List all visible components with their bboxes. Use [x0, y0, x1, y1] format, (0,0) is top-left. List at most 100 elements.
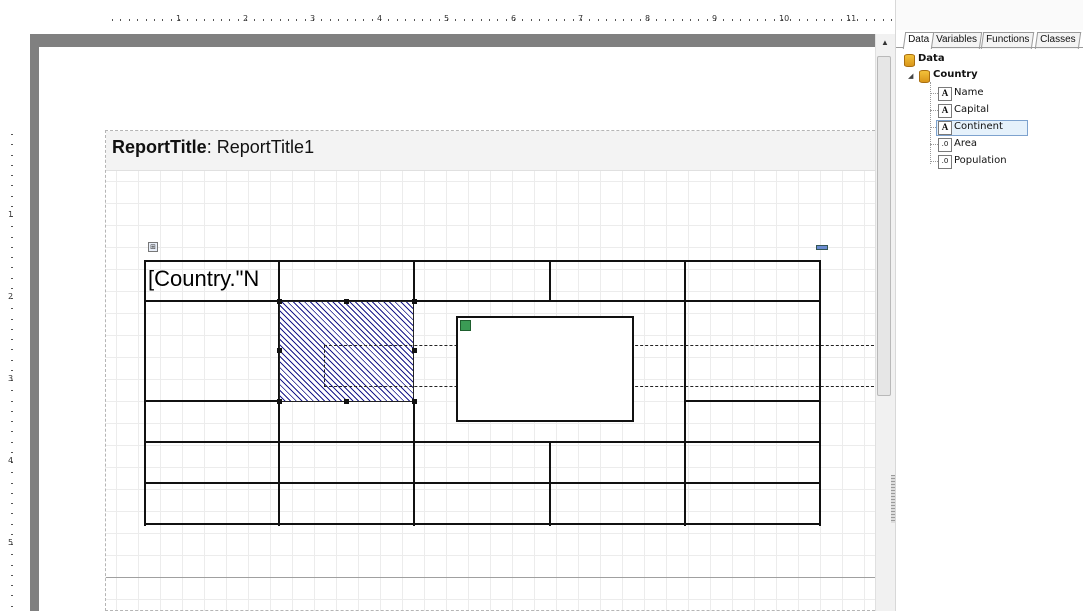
ruler-tick	[321, 19, 322, 21]
expand-arrow-icon[interactable]: ◢	[908, 69, 913, 83]
ruler-tick	[723, 19, 724, 21]
tab-data[interactable]: Data	[902, 32, 935, 49]
ruler-number: 2	[243, 14, 249, 23]
tree-field-continent[interactable]: Continent	[954, 120, 1003, 134]
ruler-tick	[489, 19, 490, 21]
ruler-tick	[221, 19, 222, 21]
ruler-tick	[120, 19, 121, 21]
tree-field-name[interactable]: Name	[954, 86, 984, 100]
ruler-tick	[615, 19, 616, 21]
ruler-tick	[522, 19, 523, 21]
table-object-icon[interactable]: ⊞	[148, 242, 158, 252]
table-line	[144, 523, 821, 525]
ruler-tick	[129, 19, 130, 21]
ruler-tick	[11, 524, 13, 525]
ruler-tick	[414, 19, 415, 21]
band-title: ReportTitle: ReportTitle1	[112, 137, 314, 158]
table-line	[413, 260, 415, 301]
ruler-tick	[296, 19, 297, 21]
ruler-tick	[11, 196, 13, 197]
text-field-icon: A	[938, 87, 952, 101]
ruler-tick	[623, 19, 624, 21]
ruler-tick	[204, 19, 205, 21]
band-name: ReportTitle1	[216, 137, 315, 157]
ruler-tick	[112, 19, 113, 21]
ruler-tick	[11, 370, 13, 371]
ruler-tick	[271, 19, 272, 21]
tree-field-capital[interactable]: Capital	[954, 103, 989, 117]
ruler-tick	[497, 19, 498, 21]
ruler-tick	[11, 472, 13, 473]
ruler-number: 4	[8, 456, 14, 465]
ruler-number: 8	[645, 14, 651, 23]
band-handle-icon[interactable]	[816, 245, 828, 250]
ruler-tick	[757, 19, 758, 21]
ruler-tick	[146, 19, 147, 21]
tree-field-area[interactable]: Area	[954, 137, 977, 151]
ruler-tick	[774, 19, 775, 21]
ruler-tick	[11, 401, 13, 402]
ruler-tick	[238, 19, 239, 21]
resize-handle[interactable]	[344, 299, 349, 304]
tree-node-country[interactable]: Country	[933, 68, 978, 82]
database-icon	[904, 54, 915, 67]
band-header[interactable]: ReportTitle: ReportTitle1	[106, 131, 875, 171]
resize-handle[interactable]	[344, 399, 349, 404]
tree-field-population[interactable]: Population	[954, 154, 1007, 168]
table-line	[413, 401, 415, 526]
tree-connector	[930, 161, 938, 162]
ruler-tick	[11, 442, 13, 443]
resize-handle[interactable]	[412, 348, 417, 353]
ruler-tick	[531, 19, 532, 21]
ruler-tick	[631, 19, 632, 21]
ruler-tick	[11, 585, 13, 586]
resize-handle[interactable]	[277, 399, 282, 404]
ruler-number: 7	[578, 14, 584, 23]
resize-handle[interactable]	[412, 299, 417, 304]
tree-connector	[930, 93, 938, 94]
page-border-top	[30, 34, 875, 47]
scrollbar-thumb[interactable]	[877, 56, 891, 396]
ruler-number: 9	[712, 14, 718, 23]
ruler-tick	[556, 19, 557, 21]
page-border-left	[30, 34, 39, 611]
panel-grip[interactable]	[896, 0, 1083, 30]
ruler-number: 11	[846, 14, 857, 23]
ruler-number: 1	[176, 14, 182, 23]
ruler-tick	[841, 19, 842, 21]
resize-handle[interactable]	[277, 348, 282, 353]
ruler-tick	[883, 19, 884, 21]
ruler-tick	[11, 349, 13, 350]
ruler-tick	[11, 247, 13, 248]
picture-object[interactable]	[456, 316, 634, 422]
ruler-number: 3	[8, 374, 14, 383]
ruler-tick	[11, 308, 13, 309]
ruler-tick	[11, 134, 13, 135]
text-field-icon: A	[938, 104, 952, 118]
ruler-tick	[564, 19, 565, 21]
ruler-tick	[11, 267, 13, 268]
ruler-tick	[154, 19, 155, 21]
tree-node-data[interactable]: Data	[918, 52, 945, 66]
ruler-tick	[363, 19, 364, 21]
ruler-tick	[506, 19, 507, 21]
ruler-tick	[11, 534, 13, 535]
resize-handle[interactable]	[412, 399, 417, 404]
ruler-tick	[11, 339, 13, 340]
band-bottom-line	[106, 577, 875, 578]
picture-icon	[460, 320, 471, 331]
ruler-tick	[11, 237, 13, 238]
table-line	[549, 260, 551, 301]
ruler-tick	[330, 19, 331, 21]
report-title-band[interactable]: ReportTitle: ReportTitle1 ⊞ [Country."N	[105, 130, 875, 611]
resize-handle[interactable]	[277, 299, 282, 304]
ruler-number: 5	[8, 538, 14, 547]
scroll-up-arrow-icon[interactable]: ▲	[876, 38, 894, 52]
ruler-tick	[816, 19, 817, 21]
ruler-tick	[137, 19, 138, 21]
report-design-surface[interactable]: ReportTitle: ReportTitle1 ⊞ [Country."N	[30, 34, 875, 611]
ruler-number: 3	[310, 14, 316, 23]
ruler-tick	[162, 19, 163, 21]
table-cell-text[interactable]: [Country."N	[148, 266, 259, 292]
report-table[interactable]: [Country."N	[144, 260, 875, 526]
